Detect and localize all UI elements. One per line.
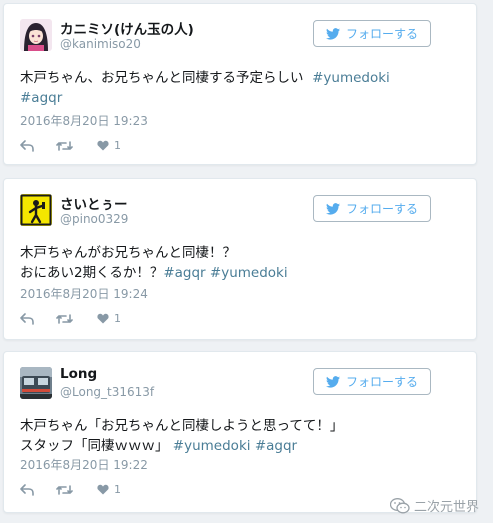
tweet-text: 木戸ちゃん、お兄ちゃんと同棲する予定らしい #yumedoki #agqr: [20, 68, 460, 108]
tweet-actions: 1: [20, 139, 121, 152]
hashtag-link[interactable]: #agqr: [255, 438, 297, 454]
hashtag-link[interactable]: #yumedoki: [210, 265, 288, 281]
follow-button[interactable]: フォローする: [313, 368, 431, 395]
hashtag-link[interactable]: #agqr: [163, 265, 205, 281]
tweet-body-line: スタッフ「同棲ｗｗｗ」: [20, 438, 169, 454]
hashtag-link[interactable]: #yumedoki: [312, 70, 390, 86]
tweet-body-line: 木戸ちゃんがお兄ちゃんと同棲！？: [20, 245, 236, 261]
follow-label: フォローする: [345, 375, 418, 389]
reply-icon[interactable]: [20, 139, 34, 152]
tweet-body: 木戸ちゃん、お兄ちゃんと同棲する予定らしい: [20, 70, 304, 86]
reply-icon[interactable]: [20, 312, 34, 325]
like-count: 1: [114, 312, 121, 325]
retweet-icon[interactable]: [56, 484, 73, 496]
like-button[interactable]: 1: [97, 483, 121, 496]
follow-label: フォローする: [345, 27, 418, 41]
watermark: 二次元世界: [389, 496, 479, 515]
tweet-timestamp[interactable]: 2016年8月20日 19:23: [20, 112, 148, 129]
follow-button[interactable]: フォローする: [313, 20, 431, 47]
display-name[interactable]: カニミソ(けん玉の人): [60, 18, 194, 38]
tweet-card: カニミソ(けん玉の人) @kanimiso20 フォローする 木戸ちゃん、お兄ち…: [3, 3, 477, 165]
follow-label: フォローする: [345, 202, 418, 216]
tweet-text: 木戸ちゃん「お兄ちゃんと同棲しようと思ってて！」 スタッフ「同棲ｗｗｗ」 #yu…: [20, 416, 460, 456]
like-button[interactable]: 1: [97, 312, 121, 325]
hashtag-link[interactable]: #yumedoki: [173, 438, 251, 454]
tweet-actions: 1: [20, 312, 121, 325]
retweet-icon[interactable]: [56, 140, 73, 152]
wechat-icon: [389, 497, 410, 513]
like-button[interactable]: 1: [97, 139, 121, 152]
tweet-actions: 1: [20, 483, 121, 496]
tweet-timestamp[interactable]: 2016年8月20日 19:22: [20, 456, 148, 473]
twitter-bird-icon: [325, 27, 340, 40]
user-handle[interactable]: @pino0329: [60, 212, 128, 226]
like-count: 1: [114, 483, 121, 496]
tweet-text: 木戸ちゃんがお兄ちゃんと同棲！？ おにあい2期くるか！？#agqr #yumed…: [20, 243, 460, 283]
hashtag-link[interactable]: #agqr: [20, 90, 62, 106]
heart-icon: [97, 313, 109, 324]
reply-icon[interactable]: [20, 483, 34, 496]
train-photo-avatar-icon[interactable]: [20, 367, 52, 399]
tweet-feed: カニミソ(けん玉の人) @kanimiso20 フォローする 木戸ちゃん、お兄ち…: [0, 0, 493, 523]
follow-button[interactable]: フォローする: [313, 195, 431, 222]
user-handle[interactable]: @Long_t31613f: [60, 385, 154, 399]
anime-girl-avatar-icon[interactable]: [20, 19, 52, 51]
display-name[interactable]: Long: [60, 366, 97, 382]
retweet-icon[interactable]: [56, 313, 73, 325]
watermark-text: 二次元世界: [413, 500, 479, 515]
display-name[interactable]: さいとぅー: [60, 193, 128, 213]
tweet-body-line: 木戸ちゃん「お兄ちゃんと同棲しようと思ってて！」: [20, 418, 344, 434]
heart-icon: [97, 484, 109, 495]
user-handle[interactable]: @kanimiso20: [60, 37, 141, 51]
like-count: 1: [114, 139, 121, 152]
tweet-card: さいとぅー @pino0329 フォローする 木戸ちゃんがお兄ちゃんと同棲！？ …: [3, 178, 477, 340]
tweet-timestamp[interactable]: 2016年8月20日 19:24: [20, 285, 148, 302]
tweet-body-line: おにあい2期くるか！？: [20, 265, 164, 281]
yellow-figure-avatar-icon[interactable]: [20, 194, 52, 226]
tweet-card: Long @Long_t31613f フォローする 木戸ちゃん「お兄ちゃんと同棲…: [3, 351, 477, 513]
heart-icon: [97, 140, 109, 151]
twitter-bird-icon: [325, 202, 340, 215]
twitter-bird-icon: [325, 375, 340, 388]
